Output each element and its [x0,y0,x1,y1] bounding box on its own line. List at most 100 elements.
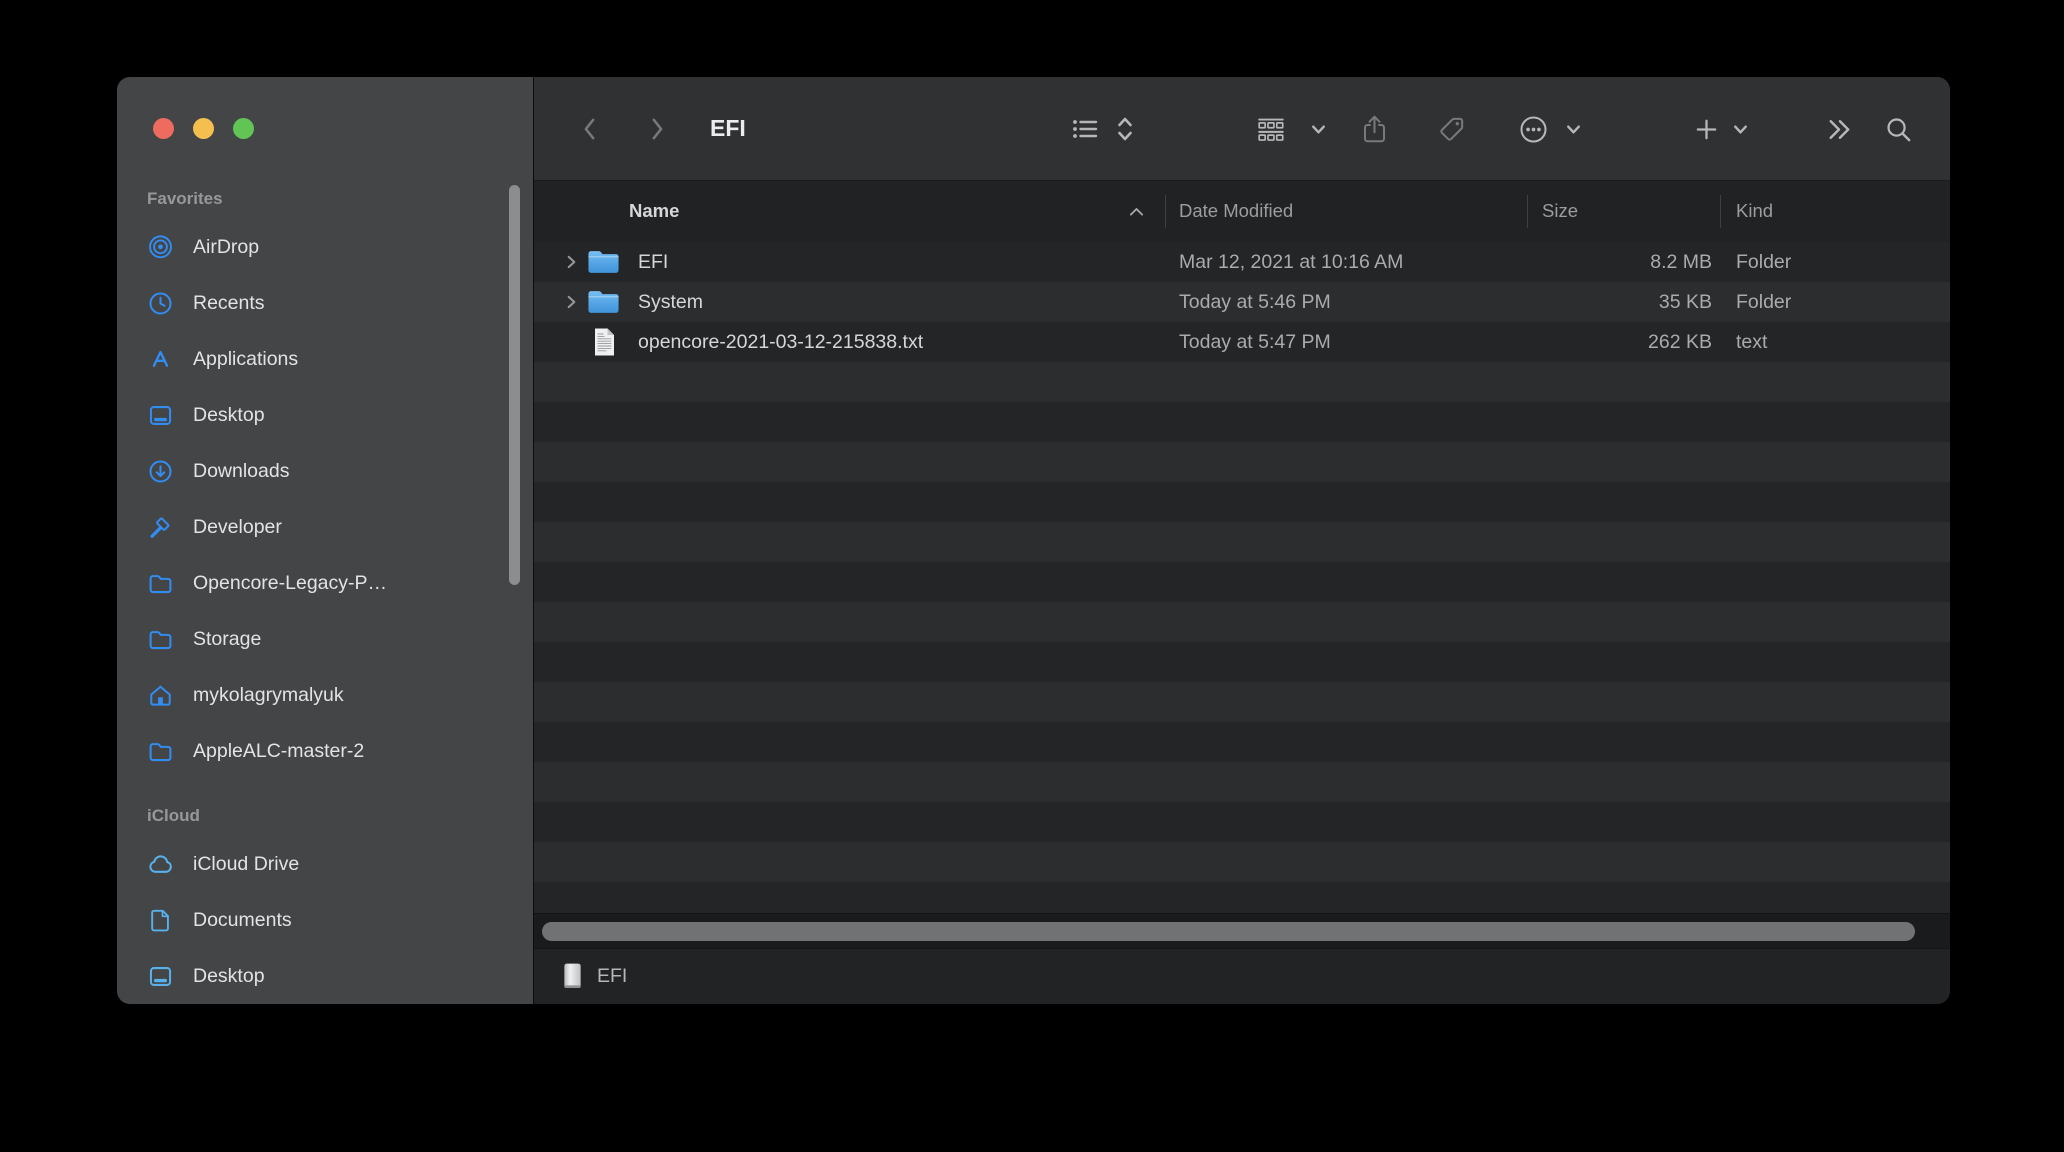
group-menu-button[interactable] [1296,107,1340,151]
column-header-kind[interactable]: Kind [1736,200,1773,222]
disclosure-chevron-icon[interactable] [564,294,579,310]
sidebar-item-label: Desktop [193,404,265,427]
sidebar-item-opencore-legacy-p[interactable]: Opencore-Legacy-P… [147,561,499,605]
sidebar-section-title: iCloud [147,806,499,826]
list-stripe [534,602,1950,642]
list-stripe [534,762,1950,802]
applications-icon [147,346,174,373]
list-stripe [534,522,1950,562]
sidebar-item-label: Applications [193,348,298,371]
zoom-button[interactable] [233,118,254,139]
desktop-icon [147,402,174,429]
search-icon [1884,115,1913,144]
column-divider[interactable] [1720,195,1721,228]
disclosure-chevron-icon[interactable] [564,254,579,270]
sidebar-section-favorites: Favorites AirDrop Recents Applications Deskt… [147,189,499,773]
sidebar-item-documents[interactable]: Documents [147,898,499,942]
horizontal-scrollbar[interactable] [542,922,1915,941]
list-stripe [534,682,1950,722]
file-size: 35 KB [1497,282,1712,322]
chevron-right-icon [646,114,668,144]
list-stripe [534,482,1950,522]
airdrop-icon [147,234,174,261]
downloads-icon [147,458,174,485]
group-button[interactable] [1249,107,1293,151]
sidebar-item-icloud-drive[interactable]: iCloud Drive [147,842,499,886]
file-row-system[interactable]: SystemToday at 5:46 PM35 KBFolder [534,282,1950,322]
file-date-modified: Today at 5:47 PM [1179,322,1331,362]
file-size: 8.2 MB [1497,242,1712,282]
column-divider[interactable] [1165,195,1166,228]
list-column-headers: Name Date Modified Size Kind [534,181,1950,243]
sort-ascending-icon [1128,206,1145,218]
file-date-modified: Mar 12, 2021 at 10:16 AM [1179,242,1403,282]
finder-window: Favorites AirDrop Recents Applications Deskt… [117,77,1950,1004]
list-stripe [534,882,1950,913]
list-stripe [534,562,1950,602]
folder-icon [147,570,174,597]
sidebar-item-applealc-master-2[interactable]: AppleALC-master-2 [147,729,499,773]
column-header-name[interactable]: Name [629,200,679,222]
sidebar-item-label: AirDrop [193,236,259,259]
file-kind: Folder [1736,242,1791,282]
file-row-opencore-2021-03-12-215838-txt[interactable]: opencore-2021-03-12-215838.txtToday at 5… [534,322,1950,362]
sidebar-section-icloud: iCloud iCloud Drive Documents Desktop [147,806,499,998]
add-menu-button[interactable] [1718,107,1762,151]
forward-button[interactable] [635,107,679,151]
sidebar-section-title: Favorites [147,189,499,209]
sidebar: Favorites AirDrop Recents Applications Deskt… [117,77,533,1004]
sidebar-item-desktop[interactable]: Desktop [147,954,499,998]
developer-icon [147,514,174,541]
chevron-down-icon [1731,120,1750,139]
text-file-icon [592,327,617,357]
sidebar-item-developer[interactable]: Developer [147,505,499,549]
status-bar: EFI [534,948,1950,1004]
file-date-modified: Today at 5:46 PM [1179,282,1331,322]
more-menu-button[interactable] [1551,107,1595,151]
sidebar-item-airdrop[interactable]: AirDrop [147,225,499,269]
column-header-date-modified[interactable]: Date Modified [1179,200,1293,222]
file-size: 262 KB [1497,322,1712,362]
sidebar-item-label: AppleALC-master-2 [193,740,364,763]
sidebar-item-label: Developer [193,516,282,539]
group-icon [1254,113,1288,145]
column-divider[interactable] [1527,195,1528,228]
list-stripe [534,442,1950,482]
view-list-button[interactable] [1063,107,1107,151]
search-button[interactable] [1876,107,1920,151]
back-button[interactable] [568,107,612,151]
file-list: EFIMar 12, 2021 at 10:16 AM8.2 MBFolderS… [534,242,1950,913]
sidebar-item-downloads[interactable]: Downloads [147,449,499,493]
desktop-icon [147,963,174,990]
list-stripe [534,362,1950,402]
close-button[interactable] [153,118,174,139]
sidebar-item-applications[interactable]: Applications [147,337,499,381]
folder-file-icon [587,288,620,316]
share-button[interactable] [1352,107,1396,151]
chevron-down-icon [1564,120,1583,139]
folder-icon [147,738,174,765]
sidebar-item-storage[interactable]: Storage [147,617,499,661]
file-kind: text [1736,322,1767,362]
toolbar-overflow-button[interactable] [1816,107,1860,151]
sidebar-item-desktop[interactable]: Desktop [147,393,499,437]
sidebar-item-recents[interactable]: Recents [147,281,499,325]
icloud-icon [147,851,174,878]
sidebar-scrollbar[interactable] [509,185,520,585]
sort-order-button[interactable] [1103,107,1147,151]
tag-button[interactable] [1429,107,1473,151]
home-icon [147,682,174,709]
sidebar-item-label: Storage [193,628,261,651]
add-icon [1693,116,1720,143]
list-stripe [534,642,1950,682]
column-header-size[interactable]: Size [1542,200,1578,222]
sort-order-icon [1113,113,1137,145]
sidebar-item-mykolagrymalyuk[interactable]: mykolagrymalyuk [147,673,499,717]
chevron-left-icon [579,114,601,144]
more-options-button[interactable] [1511,107,1555,151]
status-bar-location[interactable]: EFI [597,965,627,988]
minimize-button[interactable] [193,118,214,139]
file-row-efi[interactable]: EFIMar 12, 2021 at 10:16 AM8.2 MBFolder [534,242,1950,282]
chevron-down-icon [1309,120,1328,139]
traffic-lights [153,118,254,139]
